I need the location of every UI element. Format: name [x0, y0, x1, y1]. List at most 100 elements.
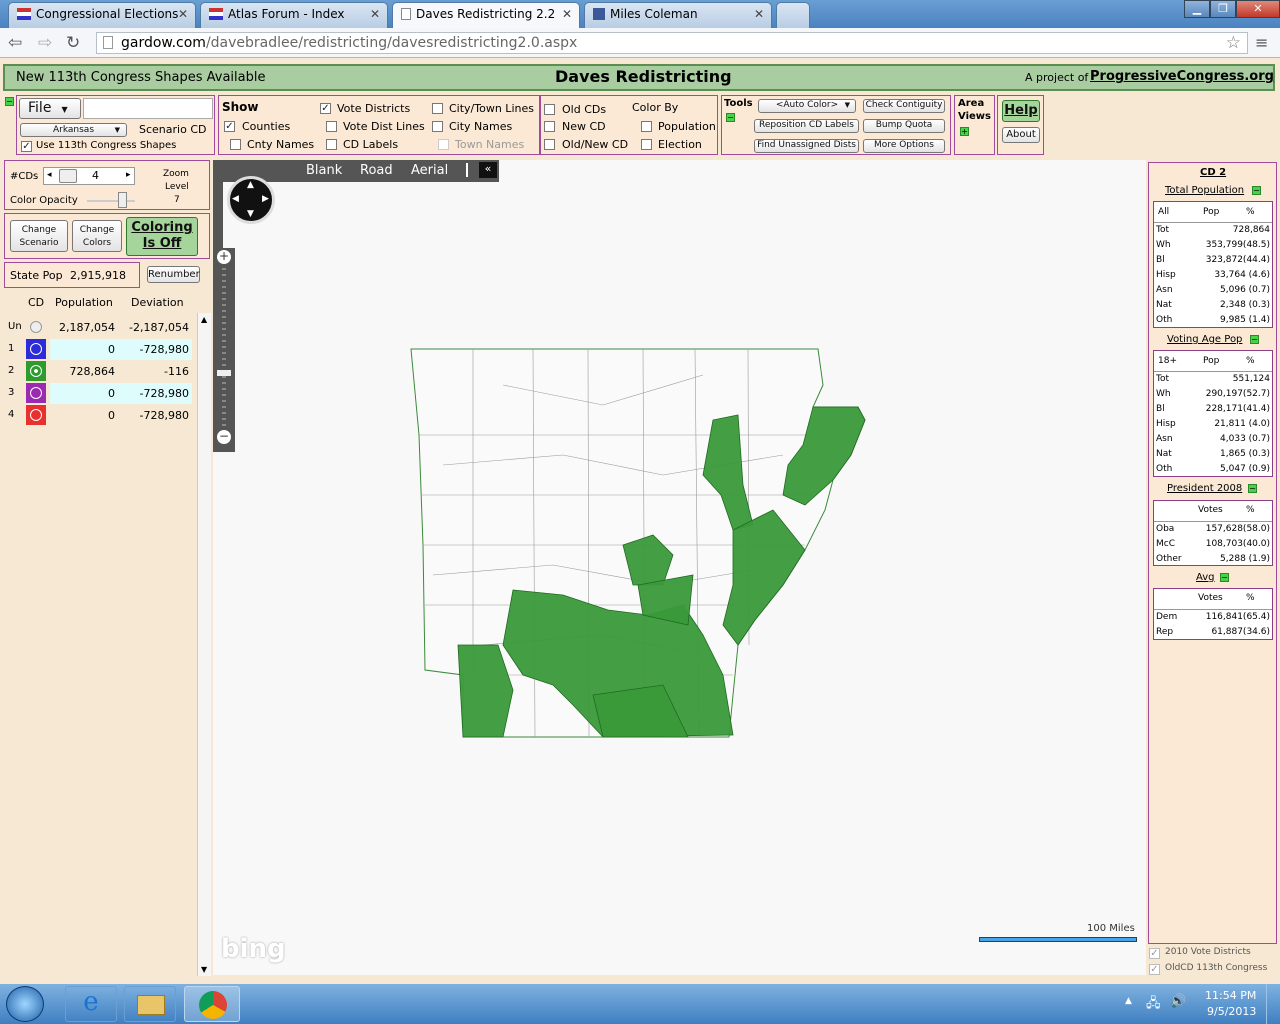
- check-contiguity-button[interactable]: Check Contiguity: [863, 99, 945, 113]
- district-color-swatch[interactable]: [26, 405, 46, 425]
- file-text-field[interactable]: [83, 98, 213, 119]
- zoom-thumb[interactable]: [217, 370, 231, 376]
- minimize-icon[interactable]: ▁: [1184, 0, 1210, 18]
- renumber-button[interactable]: Renumber: [147, 266, 200, 283]
- chrome-taskbar-button[interactable]: [184, 986, 240, 1022]
- new-cd-checkbox[interactable]: [544, 121, 555, 132]
- zoom-out-icon[interactable]: −: [217, 430, 231, 444]
- tab-daves-redistricting[interactable]: Daves Redistricting 2.2 ✕: [392, 2, 580, 28]
- restore-icon[interactable]: ❐: [1210, 0, 1236, 18]
- scroll-down-icon[interactable]: ▼: [201, 965, 207, 974]
- city-names-checkbox[interactable]: [432, 121, 443, 132]
- zoom-in-icon[interactable]: +: [217, 250, 231, 264]
- table-row[interactable]: 1 0 -728,980: [0, 339, 192, 360]
- bump-quota-button[interactable]: Bump Quota: [863, 119, 945, 133]
- map-tab-aerial[interactable]: Aerial: [411, 163, 448, 178]
- district-color-swatch[interactable]: [26, 317, 46, 337]
- project-link[interactable]: ProgressiveCongress.org: [1090, 69, 1274, 84]
- reposition-labels-button[interactable]: Reposition CD Labels: [754, 119, 859, 133]
- pan-down-icon[interactable]: ▼: [247, 209, 254, 219]
- clock-date[interactable]: 9/5/2013: [1207, 1005, 1256, 1018]
- tab-atlas-forum[interactable]: Atlas Forum - Index ✕: [200, 2, 388, 28]
- notice-text[interactable]: New 113th Congress Shapes Available: [16, 70, 265, 85]
- pan-left-icon[interactable]: ◀: [232, 194, 239, 204]
- district-color-swatch[interactable]: [26, 361, 46, 381]
- close-window-icon[interactable]: ✕: [1236, 0, 1280, 18]
- old-new-cd-checkbox[interactable]: [544, 139, 555, 150]
- collapse-icon[interactable]: −: [726, 113, 735, 122]
- radio-icon[interactable]: [30, 409, 42, 421]
- reload-icon[interactable]: ↻: [66, 33, 80, 53]
- tab-miles-coleman[interactable]: Miles Coleman ✕: [584, 2, 772, 28]
- tab-congressional-elections[interactable]: Congressional Elections ✕: [8, 2, 196, 28]
- state-select[interactable]: Arkansas ▼: [20, 123, 127, 137]
- back-icon[interactable]: ⇦: [8, 33, 22, 53]
- about-button[interactable]: About: [1002, 127, 1040, 143]
- zoom-track[interactable]: [222, 268, 226, 428]
- pan-control[interactable]: ▲ ▼ ◀ ▶: [227, 176, 275, 224]
- vote-dist-lines-checkbox[interactable]: [326, 121, 337, 132]
- district-color-swatch[interactable]: [26, 339, 46, 359]
- close-icon[interactable]: ✕: [562, 7, 572, 21]
- change-scenario-button[interactable]: Change Scenario: [10, 220, 68, 252]
- scrollbar[interactable]: ▲ ▼: [197, 313, 211, 976]
- network-icon[interactable]: 🖧: [1146, 994, 1161, 1016]
- map-tab-blank[interactable]: Blank: [306, 163, 342, 178]
- explorer-icon[interactable]: [124, 986, 176, 1022]
- radio-icon[interactable]: [30, 365, 42, 377]
- close-icon[interactable]: ✕: [754, 7, 764, 21]
- collapse-icon[interactable]: −: [1252, 186, 1261, 195]
- auto-color-select[interactable]: <Auto Color> ▼: [758, 99, 856, 113]
- arkansas-map[interactable]: [403, 345, 873, 745]
- table-row[interactable]: Un 2,187,054 -2,187,054: [0, 317, 192, 338]
- close-icon[interactable]: ✕: [370, 7, 380, 21]
- scroll-up-icon[interactable]: ▲: [201, 315, 207, 324]
- coloring-toggle-button[interactable]: Coloring Is Off: [126, 217, 198, 256]
- collapse-bar-icon[interactable]: «: [479, 162, 497, 178]
- map-canvas[interactable]: Blank Road Aerial « ▲ ▼ ◀ ▶ + − bing 100…: [213, 160, 1146, 975]
- menu-icon[interactable]: ≡: [1255, 33, 1268, 52]
- show-desktop-button[interactable]: [1266, 984, 1280, 1024]
- change-colors-button[interactable]: Change Colors: [72, 220, 122, 252]
- ie-icon[interactable]: e: [65, 986, 117, 1022]
- start-button[interactable]: [6, 986, 44, 1022]
- use-shapes-checkbox[interactable]: ✓: [21, 141, 32, 152]
- city-town-lines-checkbox[interactable]: [432, 103, 443, 114]
- table-row[interactable]: 3 0 -728,980: [0, 383, 192, 404]
- counties-checkbox[interactable]: ✓: [224, 121, 235, 132]
- collapse-icon[interactable]: −: [1250, 335, 1259, 344]
- table-row[interactable]: 4 0 -728,980: [0, 405, 192, 426]
- cds-stepper[interactable]: ◂ 4 ▸: [43, 167, 135, 185]
- help-button[interactable]: Help: [1002, 100, 1040, 122]
- more-options-button[interactable]: More Options: [863, 139, 945, 153]
- pan-up-icon[interactable]: ▲: [247, 180, 254, 190]
- forward-icon[interactable]: ⇨: [38, 33, 52, 53]
- new-tab-button[interactable]: [776, 2, 810, 28]
- collapse-icon[interactable]: −: [5, 97, 14, 106]
- district-color-swatch[interactable]: [26, 383, 46, 403]
- find-unassigned-button[interactable]: Find Unassigned Dists: [754, 139, 859, 153]
- table-row[interactable]: 2 728,864 -116: [0, 361, 192, 382]
- collapse-icon[interactable]: −: [1220, 573, 1229, 582]
- cd-labels-checkbox[interactable]: [326, 139, 337, 150]
- radio-icon[interactable]: [30, 387, 42, 399]
- vote-districts-checkbox[interactable]: ✓: [320, 103, 331, 114]
- star-icon[interactable]: ☆: [1226, 33, 1241, 53]
- map-tab-road[interactable]: Road: [360, 163, 393, 178]
- collapse-icon[interactable]: −: [1248, 484, 1257, 493]
- expand-icon[interactable]: +: [960, 127, 969, 136]
- layer-oldcd-checkbox[interactable]: ✓: [1149, 964, 1160, 975]
- old-cds-checkbox[interactable]: [544, 104, 555, 115]
- clock-time[interactable]: 11:54 PM: [1205, 989, 1256, 1002]
- election-checkbox[interactable]: [641, 139, 652, 150]
- stepper-thumb[interactable]: [59, 169, 77, 183]
- opacity-slider-thumb[interactable]: [118, 192, 127, 208]
- opacity-slider-track[interactable]: [87, 200, 135, 202]
- volume-icon[interactable]: 🔊: [1170, 994, 1186, 1009]
- town-names-checkbox[interactable]: [438, 139, 449, 150]
- population-checkbox[interactable]: [641, 121, 652, 132]
- left-arrow-icon[interactable]: ◂: [47, 170, 52, 180]
- radio-icon[interactable]: [30, 321, 42, 333]
- close-icon[interactable]: ✕: [178, 7, 188, 21]
- right-arrow-icon[interactable]: ▸: [126, 170, 131, 180]
